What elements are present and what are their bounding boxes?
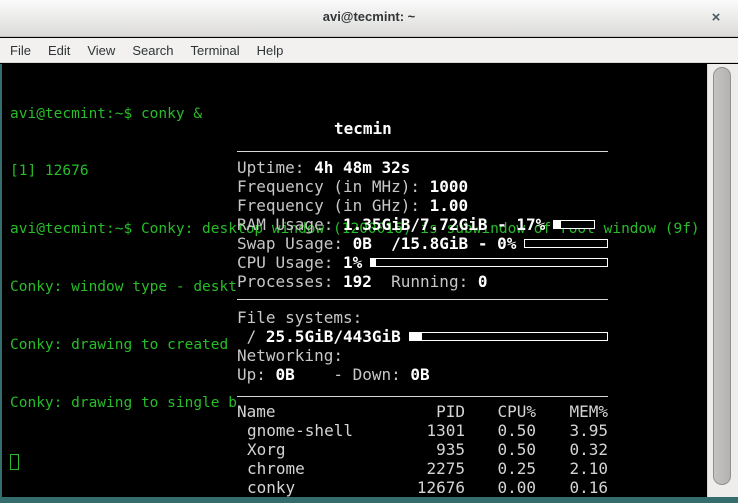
conky-filesystem-root: / 25.5GiB/443GiB [237, 327, 608, 346]
conky-network-updown: Up: 0B - Down: 0B [237, 365, 608, 384]
menu-help[interactable]: Help [257, 43, 284, 58]
menu-search[interactable]: Search [132, 43, 173, 58]
conky-freq-ghz: Frequency (in GHz): 1.00 [237, 196, 608, 215]
table-row: chrome 2275 0.25 2.10 [237, 459, 608, 478]
close-icon[interactable]: × [706, 8, 726, 28]
menu-file[interactable]: File [10, 43, 31, 58]
conky-uptime: Uptime: 4h 48m 32s [237, 158, 608, 177]
conky-networking-label: Networking: [237, 346, 608, 365]
conky-cpu-usage: CPU Usage: 1% [237, 253, 608, 272]
ram-usage-bar [553, 220, 595, 229]
process-table-header: Name PID CPU% MEM% [237, 402, 608, 421]
conky-hostname: tecmin [237, 119, 608, 138]
conky-ram-usage: RAM Usage: 1.35GiB/7.72GiB - 17% [237, 215, 608, 234]
menubar: File Edit View Search Terminal Help [0, 38, 738, 63]
divider [237, 299, 608, 300]
conky-filesystems-label: File systems: [237, 308, 608, 327]
window-bottom-border [0, 497, 738, 503]
terminal-window: avi@tecmint: ~ × File Edit View Search T… [0, 0, 738, 503]
conky-freq-mhz: Frequency (in MHz): 1000 [237, 177, 608, 196]
menu-view[interactable]: View [87, 43, 115, 58]
scrollbar-track[interactable] [707, 64, 738, 497]
window-title: avi@tecmint: ~ [0, 9, 738, 24]
terminal-cursor [10, 454, 19, 470]
titlebar[interactable]: avi@tecmint: ~ × [0, 0, 738, 37]
menu-terminal[interactable]: Terminal [191, 43, 240, 58]
swap-usage-bar [524, 239, 608, 248]
divider [237, 396, 608, 397]
table-row: gnome-shell 1301 0.50 3.95 [237, 421, 608, 440]
scrollbar-thumb[interactable] [713, 67, 731, 485]
table-row: conky 12676 0.00 0.16 [237, 478, 608, 497]
conky-swap-usage: Swap Usage: 0B /15.8GiB - 0% [237, 234, 608, 253]
filesystem-usage-bar [409, 332, 608, 341]
divider [237, 151, 608, 152]
conky-processes: Processes: 192 Running: 0 [237, 272, 608, 291]
cpu-usage-bar [370, 258, 608, 267]
menu-edit[interactable]: Edit [48, 43, 70, 58]
table-row: Xorg 935 0.50 0.32 [237, 440, 608, 459]
conky-overlay: tecmin Uptime: 4h 48m 32s Frequency (in … [237, 119, 608, 498]
